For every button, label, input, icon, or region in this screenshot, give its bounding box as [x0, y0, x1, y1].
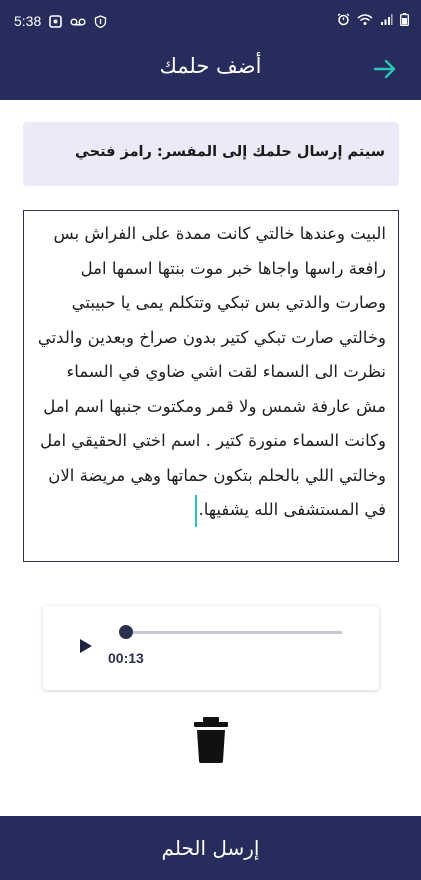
gallery-icon — [49, 14, 63, 28]
wifi-icon — [357, 14, 373, 25]
dream-text-value: البيت وعندها خالتي كانت ممدة على الفراش … — [36, 217, 386, 528]
status-left: 5:38 — [14, 13, 107, 29]
status-right — [337, 13, 409, 26]
voicemail-icon — [70, 17, 86, 26]
app-bar: أضف حلمك — [0, 44, 421, 100]
arrow-right-icon[interactable] — [372, 56, 398, 82]
page-title: أضف حلمك — [159, 54, 262, 78]
text-cursor — [194, 494, 197, 527]
audio-seek-thumb[interactable] — [119, 625, 133, 639]
audio-player: 00:13 — [43, 606, 379, 690]
audio-time: 00:13 — [108, 650, 144, 666]
battery-icon — [400, 13, 409, 26]
alarm-icon — [337, 13, 350, 26]
dream-text-field[interactable]: البيت وعندها خالتي كانت ممدة على الفراش … — [23, 210, 399, 562]
notice-text: سيتم إرسال حلمك إلى المفسر: رامز فتحي — [74, 144, 385, 160]
trash-icon[interactable] — [194, 717, 228, 763]
send-dream-label: إرسل الحلم — [161, 836, 260, 860]
interpreter-notice: سيتم إرسال حلمك إلى المفسر: رامز فتحي — [23, 122, 399, 186]
audio-seek-track[interactable] — [126, 631, 342, 634]
play-icon[interactable] — [79, 638, 93, 654]
dream-text: البيت وعندها خالتي كانت ممدة على الفراش … — [37, 224, 386, 519]
shield-icon — [95, 14, 107, 28]
status-bar: 5:38 — [0, 0, 421, 44]
send-dream-button[interactable]: إرسل الحلم — [0, 816, 421, 880]
status-time: 5:38 — [14, 13, 42, 29]
signal-icon — [381, 14, 393, 25]
